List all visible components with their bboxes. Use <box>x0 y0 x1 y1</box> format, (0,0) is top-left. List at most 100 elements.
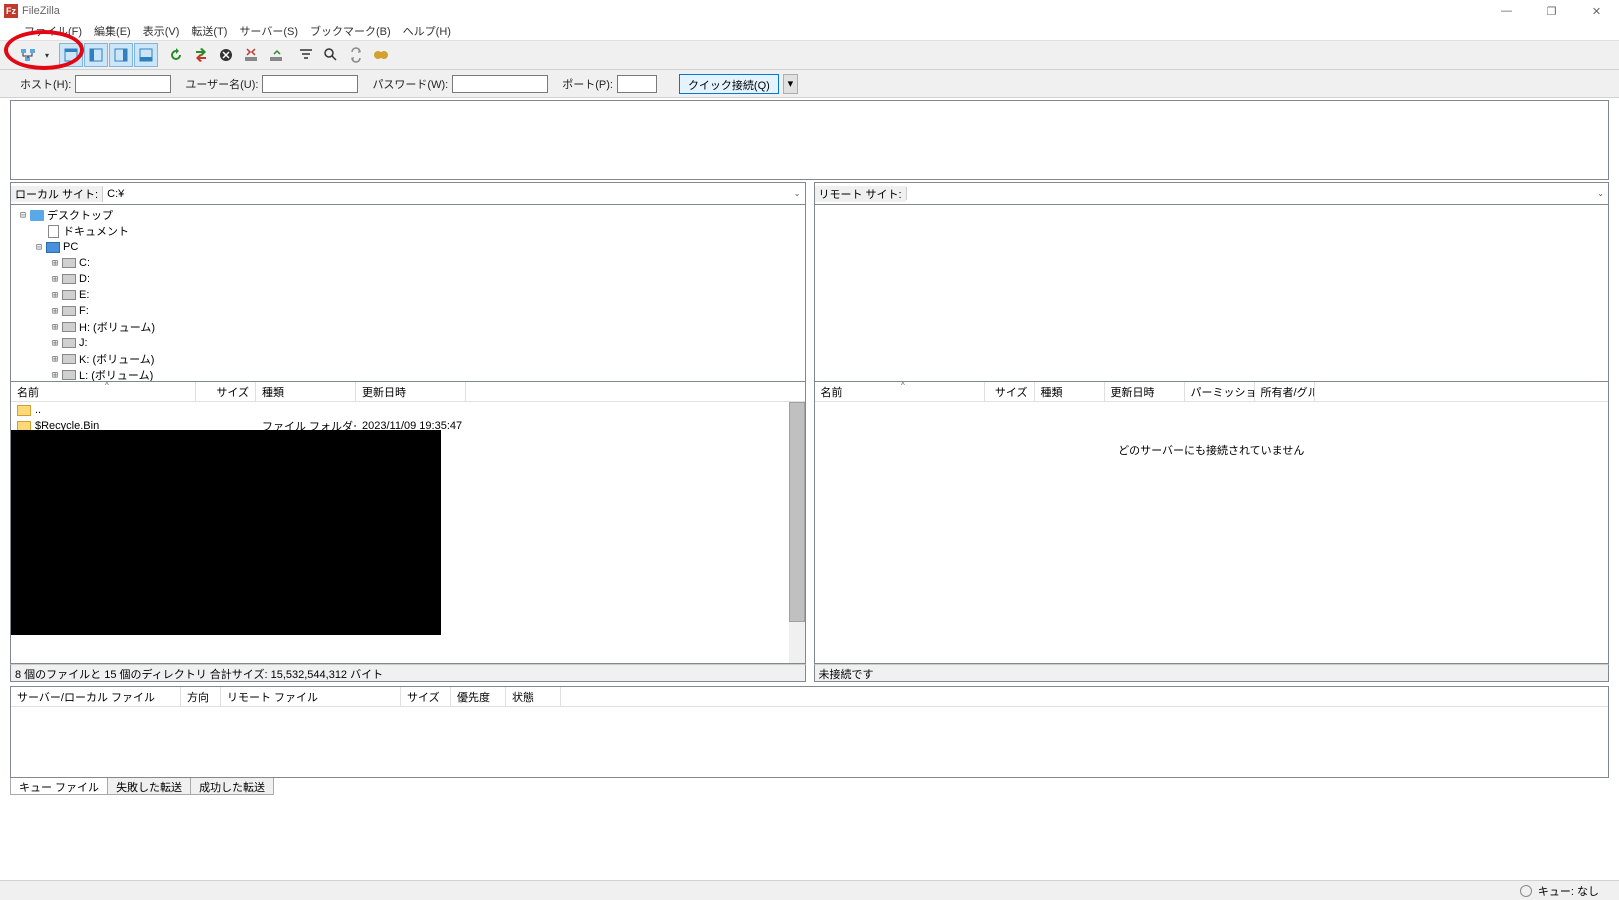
reconnect-button[interactable] <box>264 43 288 67</box>
toggle-queue-button[interactable] <box>134 43 158 67</box>
local-path-combo[interactable]: C:¥ ⌄ <box>102 186 804 202</box>
list-row[interactable]: .. <box>11 402 805 418</box>
tree-expand-icon[interactable]: ⊞ <box>49 322 61 333</box>
col-date[interactable]: 更新日時 <box>356 382 466 401</box>
tree-expand-icon[interactable]: ⊟ <box>17 210 29 221</box>
tree-expand-icon[interactable]: ⊞ <box>49 290 61 301</box>
tree-expand-icon[interactable]: ⊞ <box>49 338 61 349</box>
app-title: FileZilla <box>22 5 60 17</box>
minimize-button[interactable]: — <box>1484 0 1529 22</box>
tab-failed-transfers[interactable]: 失敗した転送 <box>107 778 191 795</box>
quickconnect-button[interactable]: クイック接続(Q) <box>679 74 779 94</box>
menu-bookmark[interactable]: ブックマーク(B) <box>310 23 391 39</box>
tree-expand-icon[interactable]: ⊞ <box>49 258 61 269</box>
tree-node[interactable]: ⊞ E: <box>13 287 803 303</box>
menu-view[interactable]: 表示(V) <box>143 23 180 39</box>
title-bar: Fz FileZilla — ❐ ✕ <box>0 0 1619 22</box>
tree-label: H: (ボリューム) <box>79 319 155 335</box>
sitemanager-button[interactable] <box>16 43 40 67</box>
tree-label: PC <box>63 241 78 253</box>
toggle-messagelog-button[interactable] <box>59 43 83 67</box>
sitemanager-dropdown-icon[interactable]: ▾ <box>41 51 53 60</box>
menubar: ファイル(F) 編集(E) 表示(V) 転送(T) サーバー(S) ブックマーク… <box>0 22 1619 40</box>
tree-node[interactable]: ⊞C: <box>13 255 803 271</box>
compare-button[interactable] <box>369 43 393 67</box>
col-size[interactable]: サイズ <box>985 382 1035 401</box>
disconnect-button[interactable] <box>239 43 263 67</box>
tree-expand-icon[interactable]: ⊟ <box>33 242 45 253</box>
scrollbar[interactable] <box>789 402 805 663</box>
queue-col[interactable]: 状態 <box>506 687 561 706</box>
pass-input[interactable] <box>452 75 548 93</box>
remote-empty-message: どのサーバーにも接続されていません <box>815 402 1609 458</box>
drive-icon <box>61 368 77 382</box>
refresh-button[interactable] <box>164 43 188 67</box>
tree-expand-icon[interactable]: ⊞ <box>49 370 61 381</box>
menu-server[interactable]: サーバー(S) <box>239 23 298 39</box>
local-list-header: 名前 ^ サイズ 種類 更新日時 <box>11 382 805 402</box>
tree-node[interactable]: ドキュメント <box>13 223 803 239</box>
local-path-value: C:¥ <box>107 188 124 200</box>
menu-help[interactable]: ヘルプ(H) <box>403 23 451 39</box>
local-list-body[interactable]: ..$Recycle.Binファイル フォルダー2023/11/09 19:35… <box>11 402 805 663</box>
tree-label: E: <box>79 289 89 301</box>
user-input[interactable] <box>262 75 358 93</box>
tree-expand-icon[interactable]: ⊞ <box>49 274 61 285</box>
tab-queue-files[interactable]: キュー ファイル <box>10 778 108 795</box>
queue-col[interactable]: リモート ファイル <box>221 687 401 706</box>
local-summary: 8 個のファイルと 15 個のディレクトリ 合計サイズ: 15,532,544,… <box>10 664 806 682</box>
transfer-queue: サーバー/ローカル ファイル方向リモート ファイルサイズ優先度状態 <box>10 686 1609 778</box>
col-name[interactable]: 名前 ^ <box>11 382 196 401</box>
menu-transfer[interactable]: 転送(T) <box>191 23 227 39</box>
toggle-remotetree-button[interactable] <box>109 43 133 67</box>
tree-node[interactable]: ⊞D: <box>13 271 803 287</box>
quickconnect-dropdown-icon[interactable]: ▾ <box>783 74 798 94</box>
col-owner[interactable]: 所有者/グル... <box>1255 382 1315 401</box>
col-perm[interactable]: パーミッション <box>1185 382 1255 401</box>
window-controls: — ❐ ✕ <box>1484 0 1619 22</box>
process-queue-button[interactable] <box>189 43 213 67</box>
port-label: ポート(P): <box>562 76 613 92</box>
sync-browse-button[interactable] <box>344 43 368 67</box>
message-log[interactable] <box>10 100 1609 180</box>
host-input[interactable] <box>75 75 171 93</box>
col-size[interactable]: サイズ <box>196 382 256 401</box>
tree-node[interactable]: ⊞ H: (ボリューム) <box>13 319 803 335</box>
tree-node[interactable]: ⊟ PC <box>13 239 803 255</box>
user-label: ユーザー名(U): <box>185 76 258 92</box>
maximize-button[interactable]: ❐ <box>1529 0 1574 22</box>
tree-node[interactable]: ⊞F: <box>13 303 803 319</box>
folder-icon <box>17 405 31 416</box>
col-name[interactable]: 名前 ^ <box>815 382 985 401</box>
filter-button[interactable] <box>294 43 318 67</box>
local-tree[interactable]: ⊟デスクトップドキュメント⊟PC⊞C:⊞D:⊞E:⊞F:⊞H: (ボリューム)⊞… <box>10 204 806 382</box>
col-type[interactable]: 種類 <box>256 382 356 401</box>
remote-path-combo[interactable]: ⌄ <box>906 187 1608 200</box>
queue-col[interactable]: 優先度 <box>451 687 506 706</box>
toggle-localtree-button[interactable] <box>84 43 108 67</box>
tree-node[interactable]: ⊞J: <box>13 335 803 351</box>
queue-col[interactable]: 方向 <box>181 687 221 706</box>
menu-file[interactable]: ファイル(F) <box>24 23 82 39</box>
remote-list-body[interactable]: どのサーバーにも接続されていません <box>815 402 1609 663</box>
cancel-button[interactable] <box>214 43 238 67</box>
queue-body[interactable] <box>11 707 1608 777</box>
drive-icon <box>61 352 77 366</box>
close-button[interactable]: ✕ <box>1574 0 1619 22</box>
tree-expand-icon[interactable]: ⊞ <box>49 306 61 317</box>
tree-expand-icon[interactable]: ⊞ <box>49 354 61 365</box>
remote-tree[interactable] <box>814 204 1610 382</box>
col-date[interactable]: 更新日時 <box>1105 382 1185 401</box>
tree-node[interactable]: ⊞L: (ボリューム) <box>13 367 803 382</box>
queue-col[interactable]: サーバー/ローカル ファイル <box>11 687 181 706</box>
search-button[interactable] <box>319 43 343 67</box>
tab-successful-transfers[interactable]: 成功した転送 <box>190 778 274 795</box>
menu-edit[interactable]: 編集(E) <box>94 23 131 39</box>
sort-asc-icon: ^ <box>105 382 109 390</box>
port-input[interactable] <box>617 75 657 93</box>
tree-node[interactable]: ⊞K: (ボリューム) <box>13 351 803 367</box>
col-type[interactable]: 種類 <box>1035 382 1105 401</box>
remote-summary: 未接続です <box>814 664 1610 682</box>
tree-node[interactable]: ⊟デスクトップ <box>13 207 803 223</box>
queue-col[interactable]: サイズ <box>401 687 451 706</box>
